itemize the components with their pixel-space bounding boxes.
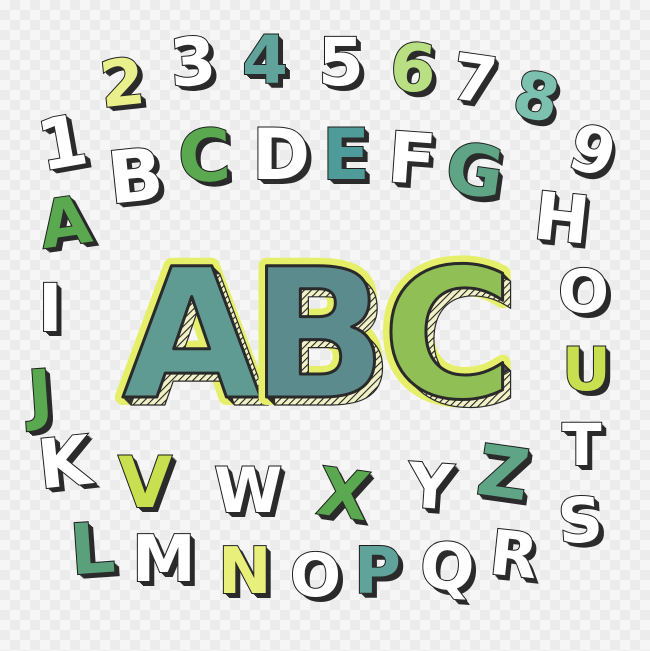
glyph-2: 2 [95,44,149,124]
svg-text:A: A [122,231,261,425]
glyph-B: B [103,130,168,221]
glyph-4: 4 [241,22,289,99]
glyph-H: H [529,176,594,260]
svg-text:B: B [250,231,387,425]
glyph-N: N [217,535,273,609]
glyph-L: L [66,506,118,593]
glyph-T: T [561,411,603,479]
glyph-5: 5 [317,24,365,101]
hero-letter-B: BBBBBBBBBB [242,225,396,425]
glyph-8: 8 [506,56,567,140]
glyph-K: K [33,420,96,506]
glyph-1: 1 [30,97,94,188]
hero-letter-C: CCCCCCCCCC [374,225,520,425]
glyph-M: M [131,523,197,597]
glyph-S: S [554,482,606,560]
hero-letter-A: AAAAAAAAAA [114,225,270,425]
hero-abc: AAAAAAAAAABBBBBBBBBBCCCCCCCCCC [100,225,520,425]
glyph-3: 3 [166,21,219,103]
glyph-6: 6 [386,27,439,109]
hero-abc-svg: AAAAAAAAAABBBBBBBBBBCCCCCCCCCC [114,225,520,425]
glyph-Q: Q [416,528,477,608]
glyph-I: I [37,270,64,347]
glyph-F: F [384,115,439,202]
glyph-U: U [561,335,612,405]
alphabet-illustration: AAAAAAAAAABBBBBBBBBBCCCCCCCCCC 1 2 3 4 5… [0,0,650,651]
glyph-V: V [117,442,173,524]
glyph-G: G [440,125,510,216]
glyph-P: P [353,535,402,609]
glyph-W: W [213,454,283,527]
glyph-E: E [321,114,371,196]
glyph-J: J [24,354,56,435]
glyph-Z: Z [472,428,536,518]
glyph-A: A [34,180,97,265]
glyph-Y: Y [405,448,457,526]
glyph-D: D [251,114,311,196]
glyph-O-right: O [557,257,610,327]
glyph-7: 7 [446,39,502,120]
glyph-X: X [312,452,375,537]
glyph-R: R [485,515,542,595]
glyph-9: 9 [560,109,625,194]
glyph-C: C [176,112,234,200]
svg-text:C: C [382,231,514,425]
glyph-O-bottom: O [289,541,342,611]
